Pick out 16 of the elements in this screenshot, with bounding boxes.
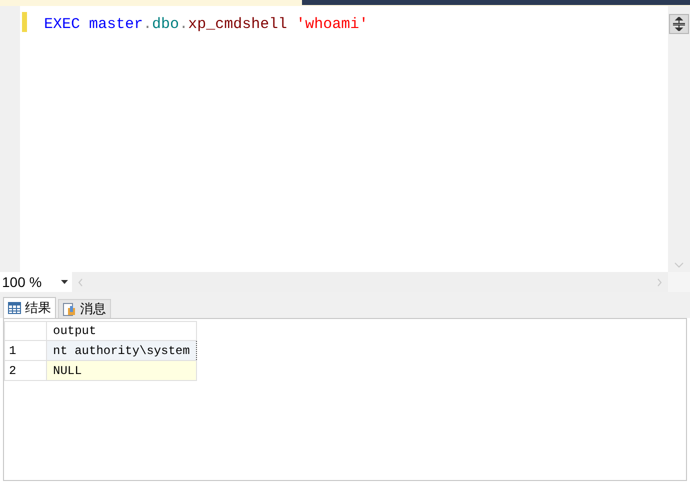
result-tab[interactable]: 结果	[3, 297, 56, 318]
code-line: EXEC master.dbo.xp_cmdshell 'whoami'	[44, 16, 368, 34]
zoom-dropdown[interactable]: 100 %	[0, 272, 72, 292]
table-cell[interactable]: NULL	[46, 360, 196, 380]
split-handle[interactable]	[669, 14, 689, 34]
dropdown-caret-icon	[61, 280, 68, 284]
change-marker	[22, 12, 27, 32]
table-cell[interactable]: nt authority\system	[46, 340, 196, 360]
scroll-down-icon[interactable]	[674, 262, 684, 268]
scroll-right-icon[interactable]	[657, 278, 662, 286]
scroll-left-icon[interactable]	[78, 278, 83, 286]
column-header[interactable]: output	[46, 322, 196, 340]
split-icon	[673, 17, 685, 31]
document-icon	[63, 302, 76, 316]
grid-icon	[8, 302, 21, 314]
result-tab[interactable]: 消息	[58, 299, 111, 318]
